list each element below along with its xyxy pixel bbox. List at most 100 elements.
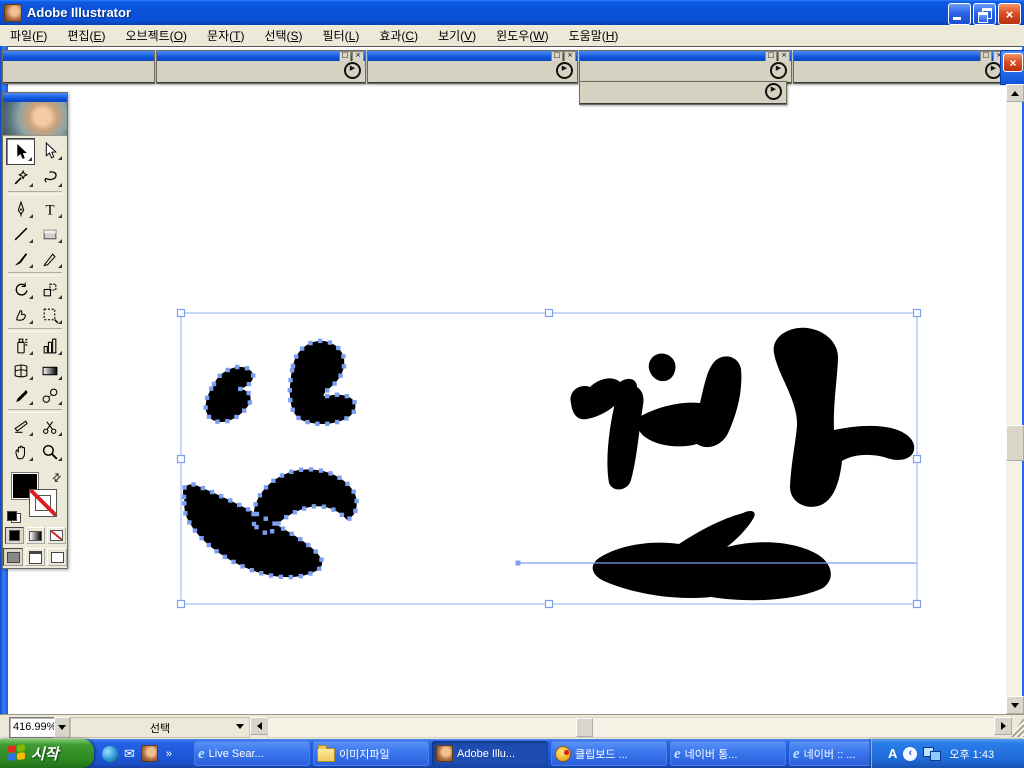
anchor-point[interactable] (344, 416, 348, 420)
palette-title-bar[interactable] (3, 51, 154, 61)
rectangle-tool[interactable] (35, 221, 64, 246)
anchor-point[interactable] (250, 568, 254, 572)
anchor-point[interactable] (212, 382, 216, 386)
anchor-point[interactable] (183, 511, 187, 515)
anchor-point[interactable] (293, 510, 297, 514)
anchor-point[interactable] (245, 366, 249, 370)
anchor-point[interactable] (335, 420, 339, 424)
free-transform-tool[interactable] (35, 302, 64, 327)
selection-handle[interactable] (178, 601, 185, 608)
anchor-point[interactable] (354, 499, 358, 503)
anchor-point[interactable] (289, 575, 293, 579)
fullscreen-menu-mode-button[interactable] (25, 548, 45, 566)
selection-handle[interactable] (178, 456, 185, 463)
glyph-right-tall-stroke[interactable] (774, 328, 915, 507)
zoom-level-field[interactable]: 416.99% (9, 717, 58, 738)
anchor-point[interactable] (345, 394, 349, 398)
selection-handle[interactable] (546, 310, 553, 317)
anchor-point[interactable] (209, 386, 213, 390)
scissors-tool[interactable] (35, 414, 64, 439)
close-icon[interactable]: × (1003, 53, 1023, 72)
palette-title-bar[interactable]: □× (157, 51, 365, 61)
anchor-point[interactable] (315, 422, 319, 426)
anchor-point[interactable] (247, 382, 251, 386)
anchor-point[interactable] (182, 495, 186, 499)
anchor-point[interactable] (353, 509, 357, 513)
horizontal-scroll-thumb[interactable] (576, 718, 593, 737)
anchor-point[interactable] (240, 564, 244, 568)
pen-tool[interactable] (6, 196, 35, 221)
anchor-point[interactable] (289, 470, 293, 474)
anchor-point[interactable] (259, 571, 263, 575)
menu-item[interactable]: 편집(E) (57, 25, 115, 46)
anchor-point[interactable] (331, 507, 335, 511)
anchor-point[interactable] (319, 468, 323, 472)
anchor-point[interactable] (308, 341, 312, 345)
anchor-point[interactable] (201, 486, 205, 490)
menu-item[interactable]: 보기(V) (428, 25, 486, 46)
paintbrush-tool[interactable] (6, 246, 35, 271)
outlook-express-icon[interactable]: ✉ (124, 746, 135, 762)
anchor-point[interactable] (191, 482, 195, 486)
menu-item[interactable]: 윈도우(W) (486, 25, 558, 46)
anchor-point[interactable] (291, 408, 295, 412)
scroll-right-button[interactable] (994, 717, 1012, 735)
anchor-point[interactable] (207, 543, 211, 547)
anchor-point[interactable] (271, 479, 275, 483)
anchor-point[interactable] (308, 571, 312, 575)
anchor-point[interactable] (248, 400, 252, 404)
anchor-point[interactable] (291, 364, 295, 368)
anchor-point[interactable] (279, 575, 283, 579)
vertical-scrollbar[interactable] (1006, 84, 1022, 714)
anchor-point[interactable] (325, 394, 329, 398)
gradient-tool[interactable] (35, 358, 64, 383)
anchor-point[interactable] (237, 503, 241, 507)
anchor-point[interactable] (338, 373, 342, 377)
anchor-point[interactable] (207, 415, 211, 419)
anchor-point[interactable] (264, 485, 268, 489)
anchor-point[interactable] (253, 502, 257, 506)
anchor-point[interactable] (281, 526, 285, 530)
anchor-point[interactable] (328, 340, 332, 344)
palette-menu-button[interactable]: ▶ (765, 83, 782, 100)
anchor-point[interactable] (314, 549, 318, 553)
eyedropper-tool[interactable] (6, 383, 35, 408)
resize-grip[interactable] (1011, 717, 1024, 737)
anchor-point[interactable] (300, 346, 304, 350)
selection-handle[interactable] (914, 601, 921, 608)
menu-item[interactable]: 도움말(H) (559, 25, 629, 46)
anchor-point[interactable] (231, 560, 235, 564)
anchor-point[interactable] (210, 490, 214, 494)
selection-handle[interactable] (546, 601, 553, 608)
anchor-point[interactable] (219, 494, 223, 498)
anchor-point[interactable] (352, 410, 356, 414)
anchor-point[interactable] (235, 365, 239, 369)
anchor-point[interactable] (246, 391, 250, 395)
minimize-button[interactable] (948, 3, 971, 25)
anchor-point[interactable] (193, 528, 197, 532)
glyph-right-stub[interactable] (649, 353, 676, 381)
anchor-point[interactable] (317, 567, 321, 571)
anchor-point[interactable] (217, 374, 221, 378)
anchor-point[interactable] (290, 368, 294, 372)
anchor-point[interactable] (305, 420, 309, 424)
anchor-point[interactable] (332, 381, 336, 385)
anchor-point[interactable] (264, 517, 268, 521)
status-popup[interactable]: 선택 (70, 717, 250, 738)
anchor-point[interactable] (306, 543, 310, 547)
menu-item[interactable]: 필터(L) (313, 25, 370, 46)
anchor-point[interactable] (342, 364, 346, 368)
anchor-point[interactable] (318, 339, 322, 343)
selection-handle[interactable] (178, 310, 185, 317)
anchor-point[interactable] (205, 396, 209, 400)
collapse-icon[interactable] (13, 69, 19, 78)
menu-item[interactable]: 선택(S) (254, 25, 312, 46)
anchor-point[interactable] (296, 416, 300, 420)
zoom-dropdown-button[interactable] (54, 717, 70, 738)
palette-menu-button[interactable]: ▶ (770, 62, 787, 79)
palette-menu-button[interactable]: ▶ (344, 62, 361, 79)
warp-tool[interactable] (6, 302, 35, 327)
scroll-left-button[interactable] (250, 717, 268, 735)
anchor-point[interactable] (319, 558, 323, 562)
anchor-point[interactable] (288, 398, 292, 402)
